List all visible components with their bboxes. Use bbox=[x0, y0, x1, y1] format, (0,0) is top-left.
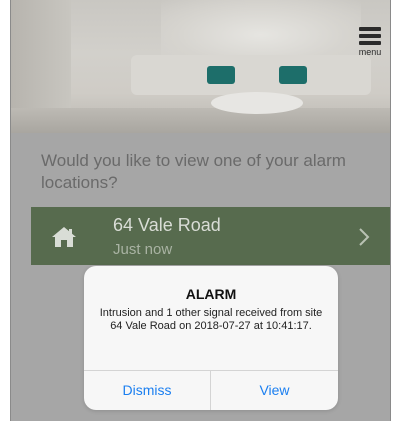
sofa-illustration bbox=[131, 55, 371, 95]
menu-button[interactable]: menu bbox=[355, 26, 385, 66]
alert-message: Intrusion and 1 other signal received fr… bbox=[99, 307, 323, 332]
hero-image bbox=[11, 0, 390, 133]
alert-title: ALARM bbox=[185, 286, 237, 302]
app-screen: menu Would you like to view one of your … bbox=[10, 0, 391, 421]
menu-label: menu bbox=[358, 47, 382, 57]
location-name: 64 Vale Road bbox=[113, 215, 221, 235]
alarm-alert-dialog: ALARM Intrusion and 1 other signal recei… bbox=[84, 266, 338, 410]
location-row[interactable]: 64 Vale Road Just now bbox=[31, 207, 390, 265]
chevron-right-icon bbox=[359, 228, 370, 246]
coffee-table-illustration bbox=[211, 92, 303, 114]
view-button[interactable]: View bbox=[211, 371, 338, 410]
home-icon bbox=[52, 227, 76, 247]
location-time: Just now bbox=[113, 241, 173, 258]
dismiss-button[interactable]: Dismiss bbox=[84, 371, 210, 410]
hamburger-menu-icon bbox=[359, 27, 381, 45]
prompt-text: Would you like to view one of your alarm… bbox=[41, 151, 346, 192]
